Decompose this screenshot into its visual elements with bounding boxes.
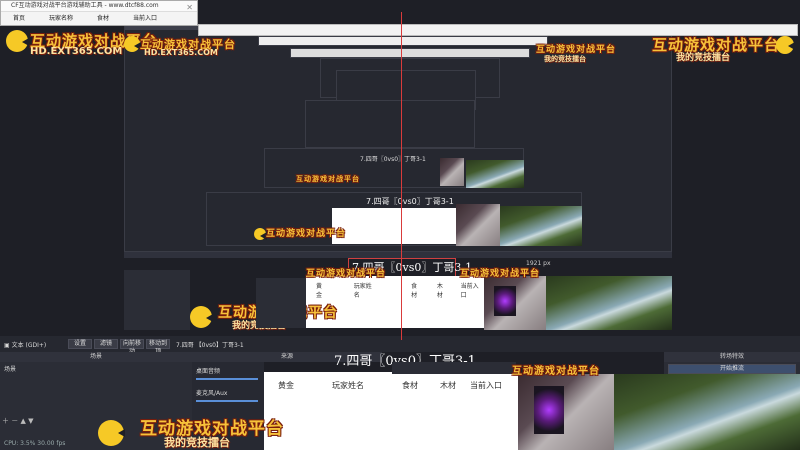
bottom-mixer-strip	[392, 362, 516, 374]
mascot-icon	[6, 30, 29, 52]
add-icon[interactable]: ＋	[2, 417, 11, 425]
brand-logo-mid: 互动游戏对战平台	[266, 229, 347, 239]
brand-tagline-right-small: 我的竞技擂台	[544, 55, 586, 63]
center-guide-line	[401, 12, 402, 340]
start-stream-button[interactable]: 开始推流	[668, 364, 796, 374]
small-app-window[interactable]: CF互动游戏对战平台游戏辅助工具 - www.dtcf88.com ✕ 首页 玩…	[0, 0, 198, 26]
brand-logo-large-top: 互动游戏对战平台	[306, 269, 387, 279]
brand-logo-large-right: 互动游戏对战平台	[460, 269, 541, 279]
pc-image-bottom	[518, 374, 614, 450]
nested-preview-layer	[258, 36, 548, 46]
scene-buttons: ＋ － ▲ ▼	[2, 416, 33, 426]
mascot-icon	[776, 36, 795, 54]
pc-lights	[494, 286, 516, 316]
scenes-panel-header: 场景	[0, 352, 192, 362]
col-gold: 黄金	[316, 283, 323, 299]
brand-logo-nested: 互动游戏对战平台	[296, 175, 360, 183]
nested-preview-layer	[305, 100, 475, 148]
transitions-header: 转场特效	[664, 352, 800, 362]
scene-label: ▣ 文本 (GDI+)	[4, 342, 47, 349]
overlay-table-bottom: 黄金 玩家姓名 食材 木材 当前入口	[264, 372, 518, 450]
audio-mic-label: 麦克风/Aux	[196, 390, 228, 397]
col-wood: 木材	[436, 283, 443, 299]
brand-url: HD.EXT365.COM	[30, 46, 123, 57]
brand-tagline-right: 我的竞技擂台	[676, 53, 731, 63]
inner-audio-panel	[256, 278, 306, 328]
scene-item[interactable]: 场景	[4, 364, 16, 373]
pc-image-small	[440, 158, 464, 186]
text-source-value: 7.四哥 【0vs0】丁哥3-1	[176, 342, 244, 349]
move-forward-button[interactable]: 向前移动	[120, 339, 144, 355]
volume-slider[interactable]	[196, 400, 258, 402]
forest-image-large	[546, 276, 672, 330]
audio-desktop-label: 桌面音频	[196, 368, 221, 375]
tab-food[interactable]: 食材	[97, 12, 109, 26]
small-window-title: CF互动游戏对战平台游戏辅助工具 - www.dtcf88.com	[1, 1, 197, 12]
brand-url-2: HD.EXT365.COM	[144, 48, 218, 57]
tab-player-name[interactable]: 玩家名称	[49, 12, 73, 26]
col-food-b: 食材	[402, 381, 418, 390]
col-wood-b: 木材	[440, 381, 456, 390]
brand-logo-bottom-right: 互动游戏对战平台	[512, 366, 600, 377]
text-source-icon: ▣	[4, 342, 12, 349]
mascot-icon	[124, 36, 141, 52]
overlay-title-mid: 7.四哥〖0vs0〗丁哥3-1	[366, 197, 454, 206]
settings-button[interactable]: 设置	[68, 339, 92, 349]
col-entrance: 当前入口	[460, 283, 479, 299]
col-player-b: 玩家姓名	[332, 381, 364, 390]
down-icon[interactable]: ▼	[28, 417, 33, 425]
filters-button[interactable]: 滤镜	[94, 339, 118, 349]
nested-preview-layer	[290, 48, 530, 58]
nested-overlay-title: 7.四哥〖0vs0〗丁哥3-1	[360, 156, 426, 163]
up-icon[interactable]: ▲	[20, 417, 28, 425]
close-icon[interactable]: ✕	[186, 3, 193, 12]
mascot-icon	[254, 228, 267, 241]
pc-image-mid	[456, 204, 500, 246]
pc-lights-bottom	[534, 386, 564, 434]
brand-tagline-bottom: 我的竞技擂台	[164, 436, 230, 449]
col-food: 食材	[411, 283, 418, 299]
tab-home[interactable]: 首页	[13, 12, 25, 26]
status-stats: CPU: 3.5% 30.00 fps	[4, 440, 66, 447]
volume-slider[interactable]	[196, 378, 258, 380]
mascot-icon	[98, 420, 125, 446]
inner-scene-panel	[124, 270, 190, 330]
tab-entrance[interactable]: 当前入口	[133, 12, 157, 26]
move-top-button[interactable]: 移动到顶	[146, 339, 170, 355]
mascot-icon	[190, 306, 213, 328]
forest-image-bottom	[614, 374, 800, 450]
forest-image-mid	[500, 206, 582, 246]
col-gold-b: 黄金	[278, 381, 294, 390]
col-player: 玩家姓名	[353, 283, 372, 299]
col-entrance-b: 当前入口	[470, 381, 502, 390]
nested-overlay-table	[332, 208, 456, 244]
forest-image-small	[466, 160, 524, 188]
